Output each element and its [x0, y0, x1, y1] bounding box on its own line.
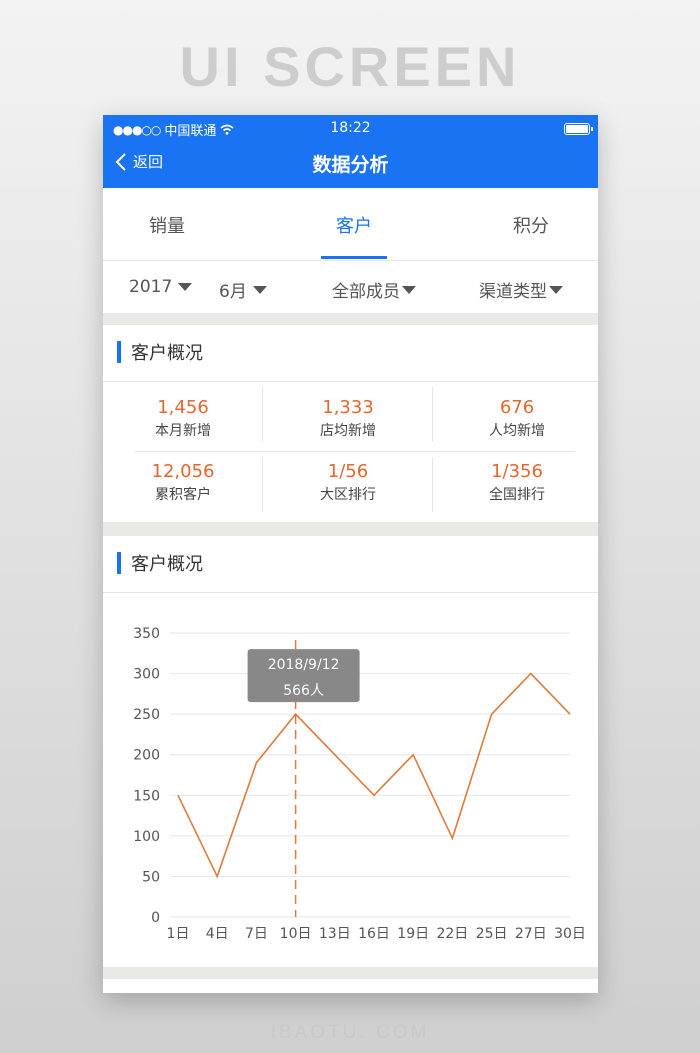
- page-title: 数据分析: [312, 154, 389, 176]
- divider: [135, 451, 575, 452]
- stat-divider: [262, 457, 263, 512]
- y-tick-label: 250: [133, 707, 160, 723]
- section-separator: [103, 522, 598, 536]
- x-tick-label: 19日: [397, 926, 429, 942]
- section-separator: [103, 313, 598, 325]
- stat-label: 店均新增: [320, 423, 376, 439]
- month-value: 6月: [219, 282, 247, 302]
- divider: [103, 381, 598, 382]
- caret-down-icon: [252, 285, 267, 294]
- channel-value: 渠道类型: [479, 282, 547, 302]
- stat-value: 676: [499, 397, 535, 418]
- banner-title: UI SCREEN: [179, 35, 521, 98]
- battery-icon: [564, 123, 593, 135]
- x-tick-label: 30日: [554, 926, 586, 942]
- x-tick-label: 16日: [358, 926, 390, 942]
- x-tick-label: 13日: [319, 926, 351, 942]
- stat-per-person: 676 人均新增: [442, 397, 592, 440]
- y-tick-label: 50: [142, 869, 160, 885]
- active-tab-indicator: [321, 256, 387, 259]
- stat-value: 1/356: [491, 461, 543, 482]
- year-value: 2017: [129, 277, 173, 297]
- stat-divider: [432, 387, 433, 442]
- stat-value: 1,333: [322, 397, 374, 418]
- stat-region-rank: 1/56 大区排行: [273, 461, 423, 504]
- stat-national-rank: 1/356 全国排行: [442, 461, 592, 504]
- x-tick-label: 7日: [245, 926, 268, 942]
- stat-label: 大区排行: [320, 487, 376, 503]
- overview-section-title: 客户概况: [117, 339, 203, 365]
- stat-value: 1,456: [157, 397, 209, 418]
- channel-dropdown[interactable]: 渠道类型: [479, 277, 563, 302]
- member-value: 全部成员: [332, 282, 400, 302]
- tab-bar: 销量 客户 积分: [103, 188, 598, 260]
- trend-title: 客户概况: [131, 554, 203, 575]
- month-dropdown[interactable]: 6月: [219, 277, 267, 302]
- stat-label: 人均新增: [489, 423, 545, 439]
- tooltip-date: 2018/9/12: [268, 657, 340, 673]
- member-dropdown[interactable]: 全部成员: [332, 277, 416, 302]
- divider: [103, 592, 598, 593]
- stat-label: 累积客户: [155, 487, 211, 503]
- year-dropdown[interactable]: 2017: [129, 277, 193, 297]
- x-tick-label: 22日: [436, 926, 468, 942]
- chart-tooltip: 2018/9/12 566人: [247, 649, 360, 703]
- stat-total-customers: 12,056 累积客户: [108, 461, 258, 504]
- y-tick-label: 0: [151, 910, 160, 926]
- stat-label: 全国排行: [489, 487, 545, 503]
- app-header: ●●●○○ 中国联通 18:22 返回 数据分析: [103, 115, 598, 188]
- caret-down-icon: [402, 285, 416, 294]
- tooltip-value: 566人: [283, 683, 324, 699]
- tab-sales[interactable]: 销量: [149, 212, 185, 238]
- y-tick-label: 200: [133, 748, 160, 764]
- y-tick-label: 350: [133, 626, 160, 642]
- y-tick-label: 300: [133, 667, 160, 683]
- filter-bar: 2017 6月 全部成员 渠道类型: [103, 261, 598, 313]
- x-tick-label: 10日: [280, 926, 312, 942]
- y-tick-label: 150: [133, 788, 160, 804]
- caret-down-icon: [549, 285, 563, 294]
- x-tick-label: 1日: [167, 926, 190, 942]
- tab-points[interactable]: 积分: [513, 212, 549, 238]
- section-marker: [117, 552, 121, 574]
- stat-divider: [432, 457, 433, 512]
- tab-customers[interactable]: 客户: [336, 212, 372, 238]
- stat-divider: [262, 387, 263, 442]
- caret-down-icon: [178, 283, 193, 291]
- stat-value: 12,056: [151, 461, 215, 482]
- x-tick-label: 27日: [515, 926, 547, 942]
- trend-section-title: 客户概况: [117, 550, 203, 576]
- phone-screen: ●●●○○ 中国联通 18:22 返回 数据分析 销量 客户 积分 2017 6…: [103, 115, 598, 993]
- x-tick-label: 25日: [476, 926, 508, 942]
- customer-trend-chart: 0 50 100 150 200 250 300 350 1日 4日 7日 10日 13日 16日 19日…: [133, 626, 586, 942]
- section-marker: [117, 341, 121, 363]
- status-time: 18:22: [330, 120, 371, 136]
- footer-watermark: IBAOTU. COM: [270, 1022, 430, 1043]
- y-tick-label: 100: [133, 829, 160, 845]
- section-separator: [103, 967, 598, 979]
- stat-store-average: 1,333 店均新增: [273, 397, 423, 440]
- customer-series-line: [177, 672, 571, 879]
- stat-monthly-new: 1,456 本月新增: [108, 397, 258, 440]
- overview-title: 客户概况: [131, 343, 203, 364]
- x-tick-label: 4日: [206, 926, 229, 942]
- stat-label: 本月新增: [155, 423, 211, 439]
- stat-value: 1/56: [327, 461, 369, 482]
